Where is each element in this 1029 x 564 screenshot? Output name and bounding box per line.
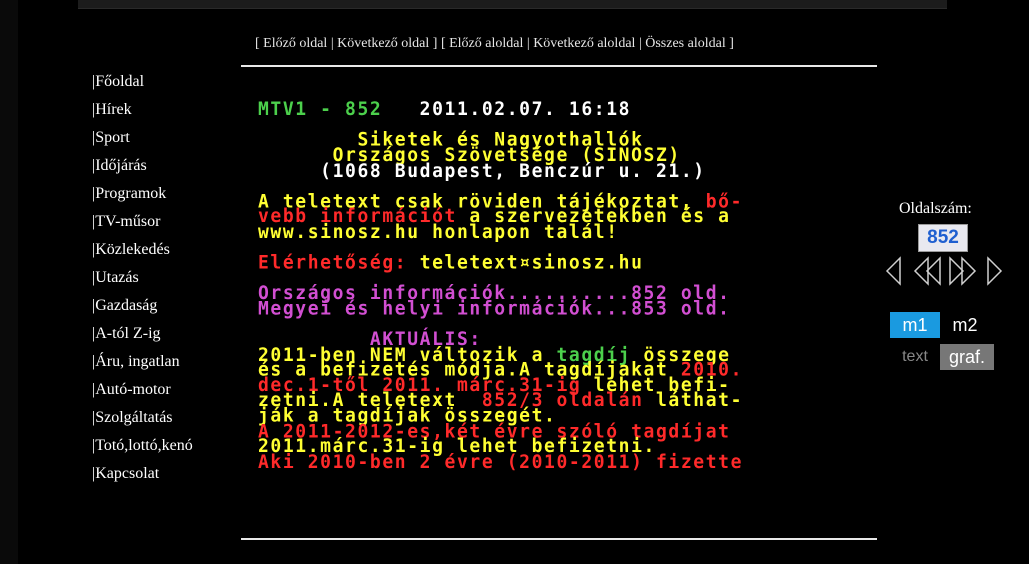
teletext-segment: (1068 Budapest, Benczúr u. 21.) — [258, 159, 706, 182]
teletext-line: Megyei és helyi információk...853 old. — [258, 299, 743, 318]
top-divider — [241, 65, 877, 67]
next-page-link[interactable]: Következő oldal — [337, 36, 429, 51]
sidebar-item-idojaras[interactable]: |Időjárás — [92, 152, 193, 180]
prev-page-arrow-icon[interactable] — [884, 256, 904, 286]
sidebar-item-tv-musor[interactable]: |TV-műsor — [92, 208, 193, 236]
teletext-page: MTV1 - 852 2011.02.07. 16:18 Siketek és … — [258, 72, 744, 471]
prev-subpage-link[interactable]: Előző aloldal — [449, 36, 523, 51]
teletext-segment: www.sinosz.hu honlapon talál! — [258, 221, 619, 244]
teletext-segment: láthat- — [643, 389, 744, 412]
teletext-segment: Megyei és helyi információk...853 old. — [258, 297, 731, 320]
bottom-divider — [241, 538, 877, 540]
left-edge — [0, 0, 18, 564]
sidebar-item-toto-lotto-keno[interactable]: |Totó,lottó,kenó — [92, 432, 193, 460]
teletext-channel: MTV1 - 852 — [258, 98, 383, 121]
right-panel: Oldalszám: 852 m1 m2 text graf. — [880, 0, 1020, 564]
sidebar-item-programok[interactable]: |Programok — [92, 180, 193, 208]
teletext-line: Aki 2010-ben 2 évre (2010-2011) fizette — [258, 452, 743, 471]
teletext-header: MTV1 - 852 2011.02.07. 16:18 — [258, 100, 743, 119]
sidebar-item-kapcsolat[interactable]: |Kapcsolat — [92, 460, 193, 488]
sidebar-item-hirek[interactable]: |Hírek — [92, 96, 193, 124]
mode-m2-button[interactable]: m2 — [940, 312, 990, 338]
sidebar-item-utazas[interactable]: |Utazás — [92, 264, 193, 292]
sidebar-menu: |Főoldal |Hírek |Sport |Időjárás |Progra… — [92, 68, 193, 488]
sidebar-item-sport[interactable]: |Sport — [92, 124, 193, 152]
mode-text-button[interactable]: text — [890, 344, 940, 370]
sidebar-item-aru-ingatlan[interactable]: |Áru, ingatlan — [92, 348, 193, 376]
page-navigation: [ Előző oldal | Következő oldal ] [ Előz… — [255, 36, 734, 51]
sidebar-item-a-z[interactable]: |A-tól Z-ig — [92, 320, 193, 348]
top-bar — [78, 0, 947, 9]
mode-m1-button[interactable]: m1 — [890, 312, 940, 338]
sidebar-item-szolgaltatas[interactable]: |Szolgáltatás — [92, 404, 193, 432]
prev-subpage-arrow-icon[interactable] — [912, 256, 944, 286]
all-subpages-link[interactable]: Összes aloldal — [645, 36, 725, 51]
prev-page-link[interactable]: Előző oldal — [263, 36, 327, 51]
teletext-segment: Elérhetőség: — [258, 251, 420, 274]
sidebar-item-auto-motor[interactable]: |Autó-motor — [92, 376, 193, 404]
teletext-line: Elérhetőség: teletext¤sinosz.hu — [258, 253, 743, 272]
mode-graf-button[interactable]: graf. — [940, 344, 994, 370]
sidebar-item-gazdasag[interactable]: |Gazdaság — [92, 292, 193, 320]
teletext-segment: teletext¤sinosz.hu — [419, 251, 644, 274]
next-page-arrow-icon[interactable] — [984, 256, 1004, 286]
teletext-segment: Aki 2010-ben 2 évre (2010-2011) fizette — [258, 450, 744, 473]
page-number-label: Oldalszám: — [899, 200, 972, 217]
teletext-datetime: 2011.02.07. 16:18 — [382, 98, 632, 121]
next-subpage-link[interactable]: Következő aloldal — [533, 36, 635, 51]
page-number-input[interactable]: 852 — [918, 224, 968, 252]
next-subpage-arrow-icon[interactable] — [946, 256, 978, 286]
sidebar-item-fooldal[interactable]: |Főoldal — [92, 68, 193, 96]
sidebar-item-kozlekedes[interactable]: |Közlekedés — [92, 236, 193, 264]
teletext-line: (1068 Budapest, Benczúr u. 21.) — [258, 161, 743, 180]
